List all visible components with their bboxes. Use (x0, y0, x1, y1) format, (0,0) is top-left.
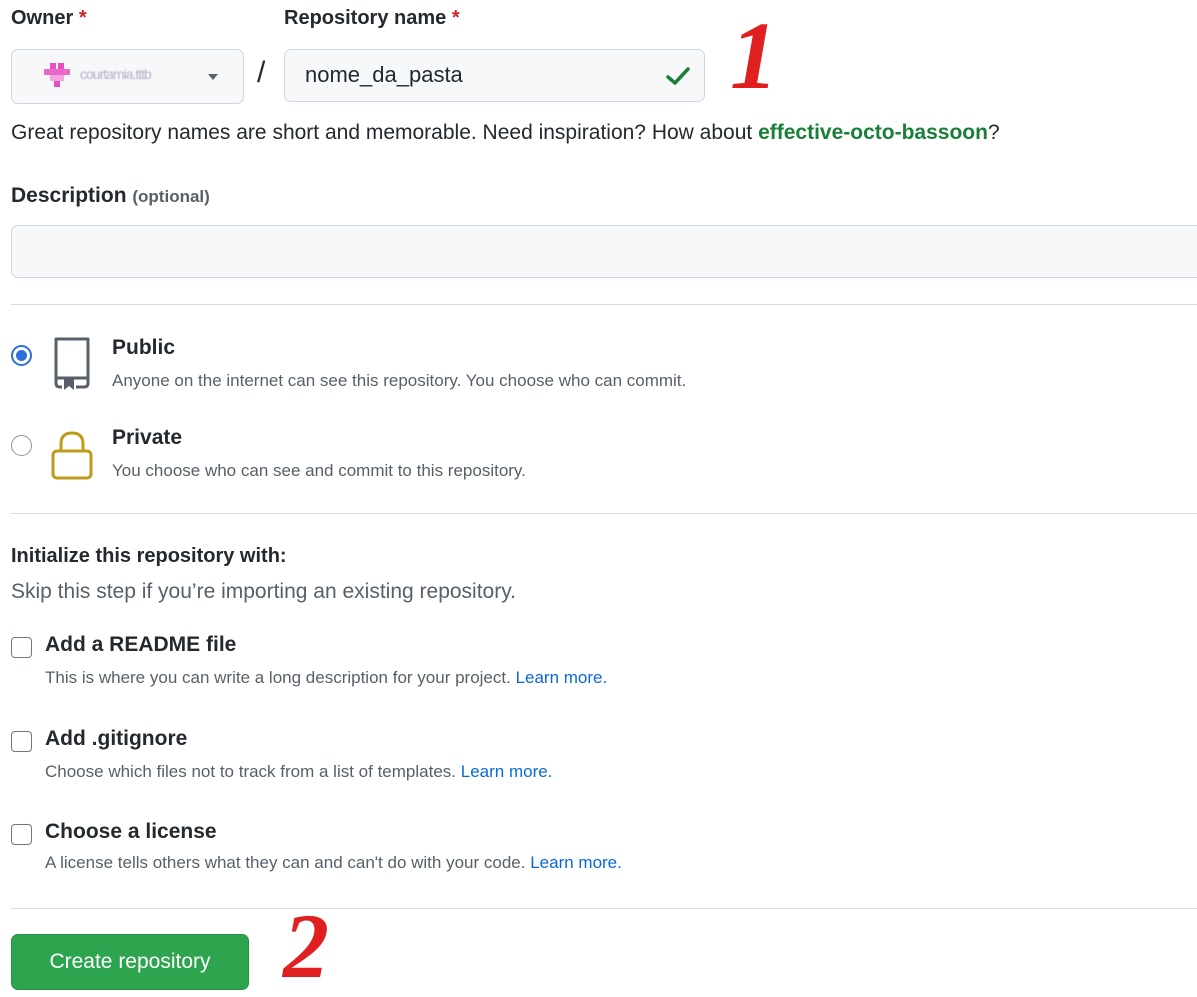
readme-title: Add a README file (45, 633, 237, 656)
license-learn-more-link[interactable]: Learn more. (530, 853, 622, 872)
repo-icon (54, 337, 90, 390)
repository-name-field[interactable] (284, 49, 705, 102)
initialize-title: Initialize this repository with: (11, 545, 287, 567)
description-label: Description (optional) (11, 184, 210, 207)
public-title: Public (112, 336, 176, 359)
radio-private[interactable] (11, 435, 32, 456)
gitignore-subtitle: Choose which files not to track from a l… (45, 762, 553, 781)
gitignore-checkbox[interactable] (11, 731, 32, 752)
repository-name-hint: Great repository names are short and mem… (11, 121, 1000, 144)
gitignore-title: Add .gitignore (45, 727, 188, 750)
annotation-step-2: 2 (283, 895, 329, 997)
owner-label: Owner * (11, 7, 87, 29)
required-mark: * (451, 7, 460, 29)
public-subtitle: Anyone on the internet can see this repo… (112, 371, 687, 390)
divider (11, 513, 1197, 514)
optional-tag: (optional) (132, 187, 210, 206)
readme-learn-more-link[interactable]: Learn more. (516, 668, 608, 687)
license-title: Choose a license (45, 820, 217, 843)
description-input[interactable] (12, 226, 1197, 279)
name-suggestion-link[interactable]: effective-octo-bassoon (758, 121, 988, 144)
private-subtitle: You choose who can see and commit to thi… (112, 461, 526, 480)
license-subtitle: A license tells others what they can and… (45, 853, 622, 872)
check-icon (666, 67, 690, 85)
description-field[interactable] (11, 225, 1197, 279)
repository-name-label: Repository name * (284, 7, 460, 29)
private-title: Private (112, 426, 183, 449)
owner-avatar-icon (44, 63, 70, 87)
owner-name: courtamia.tttb (80, 66, 152, 82)
owner-select[interactable]: courtamia.tttb (11, 49, 244, 104)
annotation-step-1: 1 (730, 2, 778, 109)
readme-checkbox[interactable] (11, 637, 32, 658)
repository-name-input[interactable] (305, 62, 645, 88)
lock-icon (51, 431, 93, 480)
caret-down-icon (208, 74, 218, 80)
initialize-subtitle: Skip this step if you’re importing an ex… (11, 580, 517, 603)
divider (11, 908, 1197, 909)
gitignore-learn-more-link[interactable]: Learn more. (461, 762, 553, 781)
readme-subtitle: This is where you can write a long descr… (45, 668, 608, 687)
divider (11, 304, 1197, 305)
owner-repo-separator: / (257, 56, 266, 89)
radio-public[interactable] (11, 345, 32, 366)
required-mark: * (78, 7, 87, 29)
license-checkbox[interactable] (11, 824, 32, 845)
